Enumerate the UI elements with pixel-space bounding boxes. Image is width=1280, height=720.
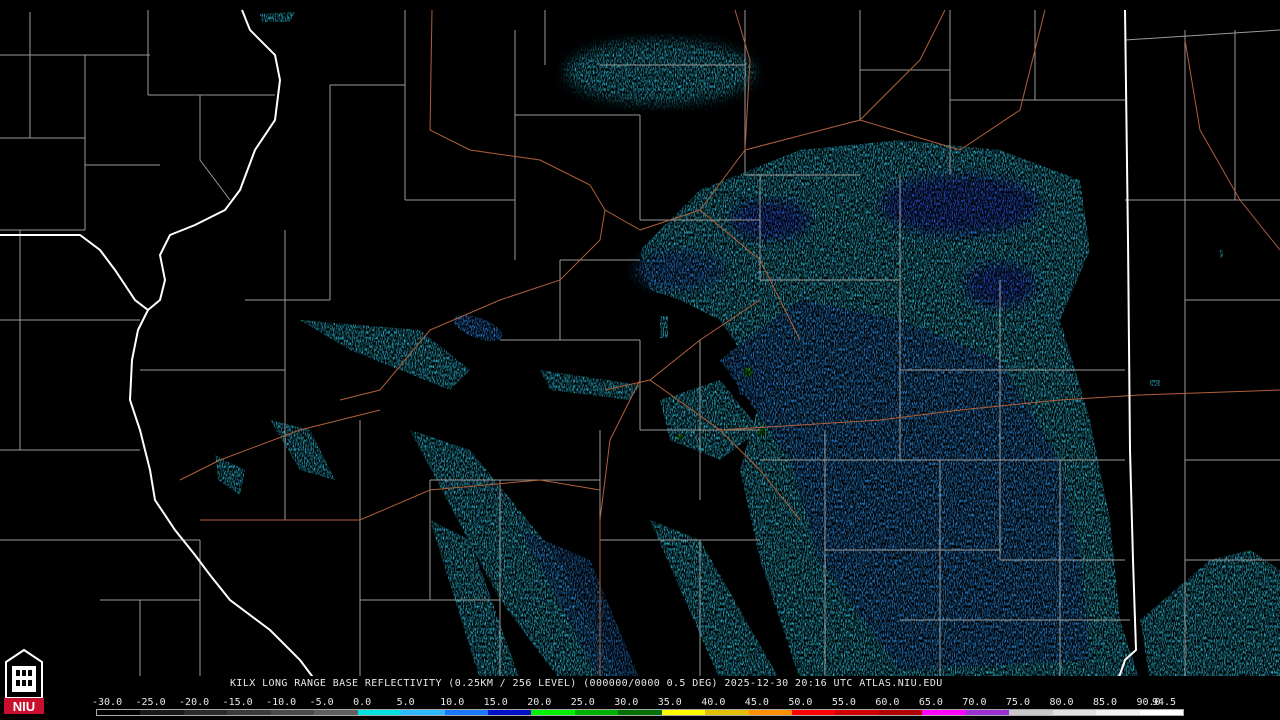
scale-label: 25.0 bbox=[570, 697, 595, 708]
scale-label: 50.0 bbox=[788, 697, 813, 708]
scale-label: 85.0 bbox=[1092, 697, 1118, 708]
scale-segment bbox=[792, 710, 836, 715]
scale-label: 15.0 bbox=[483, 697, 508, 708]
scale-segment bbox=[227, 710, 271, 715]
scale-segment bbox=[1096, 710, 1140, 715]
radar-map bbox=[0, 9, 1280, 720]
reflectivity-scale-labels: -30.0 -25.0 -20.0 -15.0 -10.0 -5.0 0.0 5.0 10.0 1… bbox=[92, 697, 1194, 709]
scale-segment bbox=[1052, 710, 1097, 715]
scale-label: 20.0 bbox=[527, 697, 552, 708]
scale-label: -10.0 bbox=[266, 697, 297, 708]
scale-segment bbox=[835, 710, 879, 715]
scale-label: 0.0 bbox=[353, 697, 372, 708]
scale-label: 75.0 bbox=[1005, 697, 1030, 708]
scale-label: 45.0 bbox=[744, 697, 769, 708]
scale-segment bbox=[1009, 710, 1053, 715]
scale-segment bbox=[487, 710, 532, 715]
scale-segment bbox=[1139, 710, 1183, 715]
scale-label: 5.0 bbox=[396, 697, 415, 708]
scale-segment bbox=[401, 710, 445, 715]
scale-segment bbox=[444, 710, 488, 715]
scale-label: -20.0 bbox=[179, 697, 210, 708]
scale-segment bbox=[270, 710, 315, 715]
scale-segment bbox=[314, 710, 358, 715]
scale-segment bbox=[618, 710, 662, 715]
scale-label: -15.0 bbox=[222, 697, 253, 708]
logo-text: NIU bbox=[13, 699, 35, 714]
scale-segment bbox=[357, 710, 402, 715]
scale-label: 80.0 bbox=[1049, 697, 1074, 708]
product-caption: KILX LONG RANGE BASE REFLECTIVITY (0.25K… bbox=[230, 678, 943, 689]
scale-label: 55.0 bbox=[831, 697, 856, 708]
scale-segment bbox=[531, 710, 575, 715]
scale-segment bbox=[661, 710, 706, 715]
scale-segment bbox=[748, 710, 792, 715]
scale-label: 40.0 bbox=[701, 697, 726, 708]
scale-segment bbox=[140, 710, 184, 715]
scale-label: -30.0 bbox=[92, 697, 123, 708]
scale-label: 30.0 bbox=[614, 697, 639, 708]
scale-label: 94.5 bbox=[1152, 697, 1177, 708]
reflectivity-color-scale bbox=[96, 709, 1184, 716]
scale-segment bbox=[922, 710, 966, 715]
scale-label: 10.0 bbox=[440, 697, 465, 708]
scale-segment bbox=[965, 710, 1010, 715]
scale-label: -25.0 bbox=[135, 697, 166, 708]
scale-segment bbox=[183, 710, 228, 715]
scale-label: 65.0 bbox=[918, 697, 943, 708]
scale-label: 70.0 bbox=[962, 697, 987, 708]
scale-segment bbox=[574, 710, 619, 715]
scale-segment bbox=[705, 710, 749, 715]
scale-segment bbox=[878, 710, 923, 715]
scale-label: 60.0 bbox=[875, 697, 900, 708]
scale-label: -5.0 bbox=[309, 697, 334, 708]
niu-logo: NIU bbox=[4, 648, 44, 714]
scale-segment bbox=[97, 710, 141, 715]
scale-label: 35.0 bbox=[657, 697, 682, 708]
